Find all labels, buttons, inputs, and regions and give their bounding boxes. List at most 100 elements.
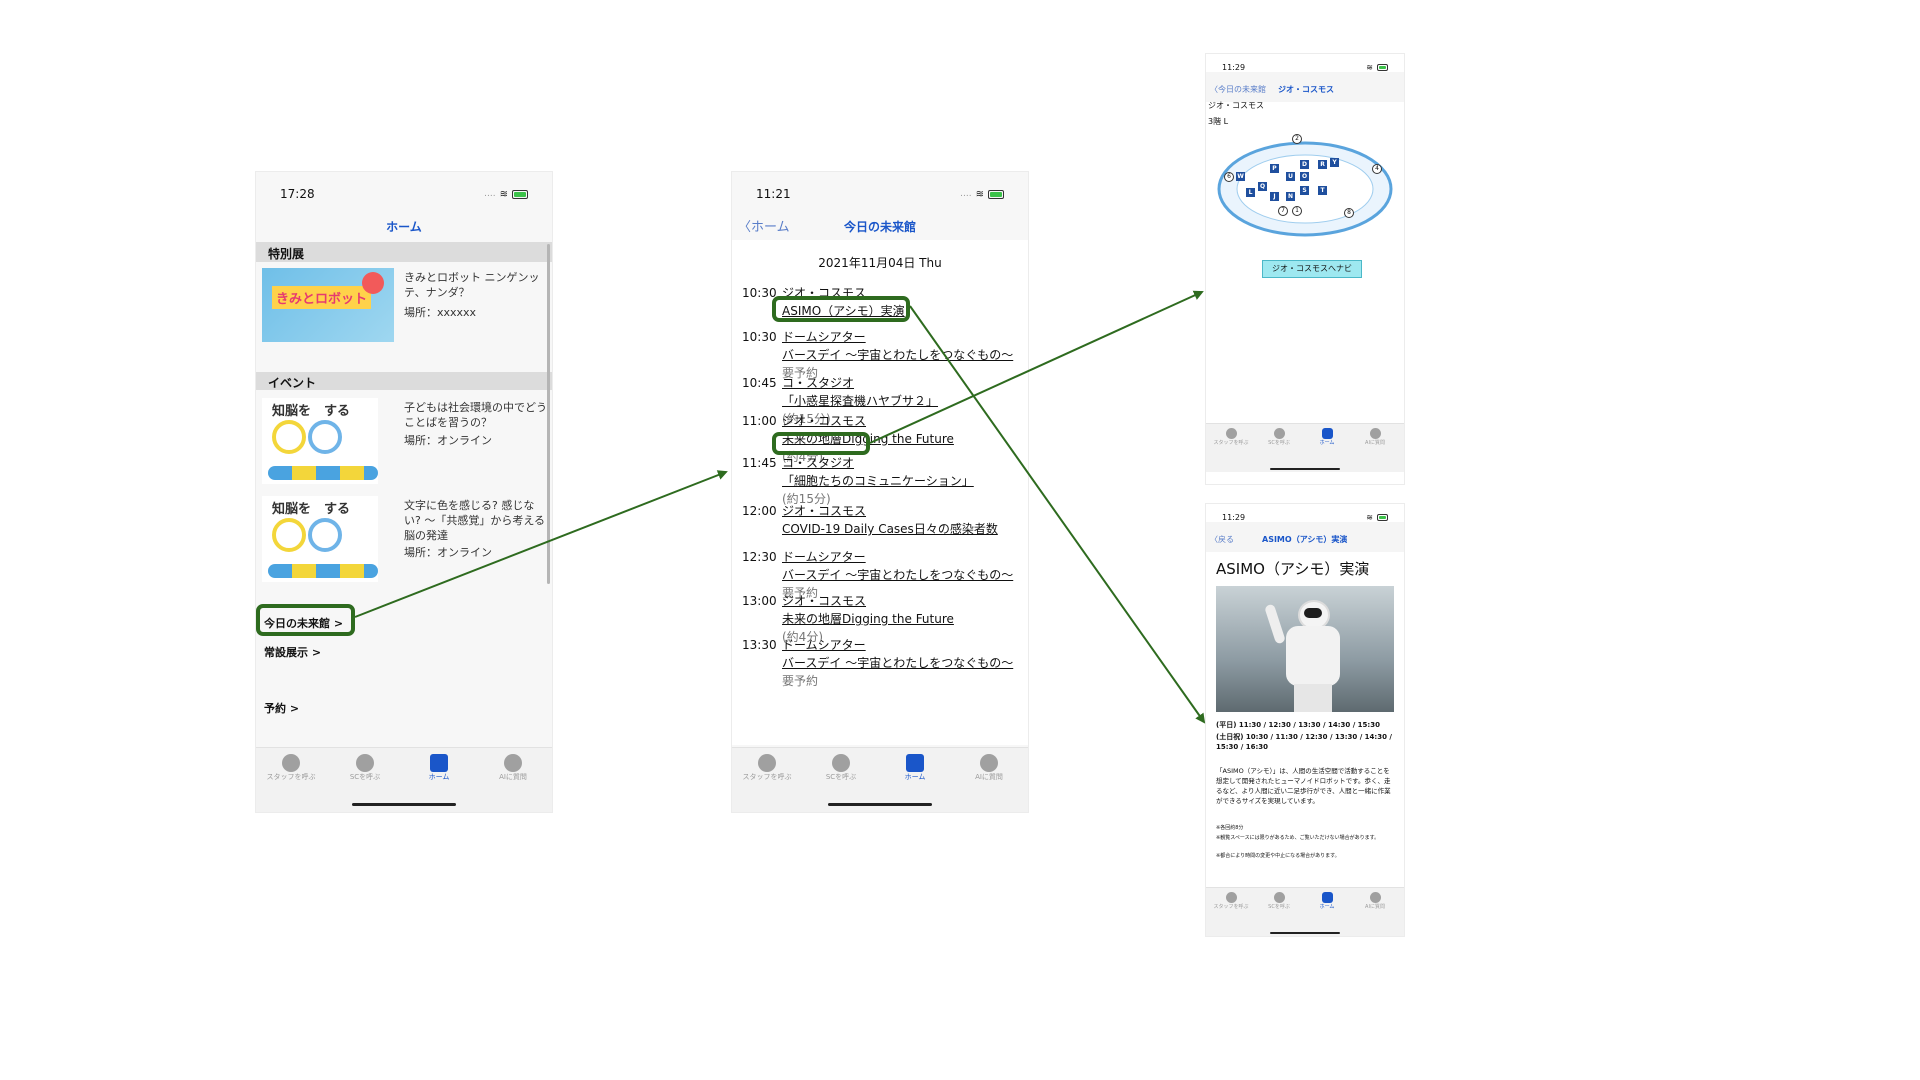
floor-label: 3階 L (1208, 117, 1229, 126)
chevron-left-icon: 〈 (1210, 535, 1218, 544)
highlight-geo-cosmos-item (772, 432, 870, 455)
map-cell[interactable]: Q (1258, 182, 1267, 191)
map-cell[interactable]: O (1300, 172, 1309, 181)
map-marker: 1 (1292, 206, 1302, 216)
schedule-place: コ・スタジオ (782, 456, 855, 470)
event-item-1[interactable]: 知脳を する 子どもは社会環境の中でどうことばを習うの？ 場所：オンライン (262, 398, 547, 488)
map-cell[interactable]: P (1270, 164, 1279, 173)
event-thumbnail-2: 知脳を する (262, 496, 378, 582)
tab-ask-ai[interactable]: AIに質問 (478, 754, 548, 782)
chat-question-icon (504, 754, 522, 772)
person-question-icon (832, 754, 850, 772)
map-marker: 7 (1278, 206, 1288, 216)
home-icon (1321, 428, 1333, 439)
tab-call-staff[interactable]: スタッフを呼ぶ (732, 754, 802, 782)
tab-call-staff[interactable]: スタッフを呼ぶ (1208, 428, 1254, 446)
status-time: 11:29 (1222, 62, 1246, 72)
tab-ask-ai[interactable]: AIに質問 (1352, 892, 1398, 910)
person-question-icon (1273, 892, 1285, 903)
chat-question-icon (1369, 428, 1381, 439)
schedule-item[interactable]: 12:00 ジオ・コスモス COVID-19 Daily Cases日々の感染者数 (742, 502, 998, 538)
scrollbar[interactable] (547, 244, 550, 584)
robot-illustration-icon (362, 272, 384, 294)
tab-ask-ai[interactable]: AIに質問 (954, 754, 1024, 782)
tab-call-staff[interactable]: スタッフを呼ぶ (256, 754, 326, 782)
home-indicator (1270, 932, 1340, 934)
circle-icon (272, 420, 306, 454)
home-icon (1321, 892, 1333, 903)
schedule-note: 要予約 (782, 674, 819, 688)
event-thumbnail-1: 知脳を する (262, 398, 378, 484)
map-cell[interactable]: S (1300, 186, 1309, 195)
tab-home[interactable]: ホーム (404, 754, 474, 782)
schedule-item[interactable]: 11:45 コ・スタジオ 「細胞たちのコミュニケーション」 (約15分) (742, 454, 974, 508)
battery-icon (1377, 513, 1388, 521)
weekday-times: (平日) 11:30 / 12:30 / 13:30 / 14:30 / 15:… (1216, 721, 1380, 729)
status-time: 11:29 (1222, 512, 1246, 522)
note-2: ※観覧スペースには限りがあるため、ご覧いただけない場合があります。 (1216, 835, 1380, 841)
chevron-left-icon: 〈 (1210, 85, 1218, 94)
tab-call-sc[interactable]: SCを呼ぶ (330, 754, 400, 782)
navigate-button[interactable]: ジオ・コスモスへナビ (1262, 260, 1362, 278)
status-icons: .... ≋ (484, 189, 528, 200)
tab-home[interactable]: ホーム (1304, 892, 1350, 910)
map-marker: 4 (1372, 164, 1382, 174)
tab-call-sc[interactable]: SCを呼ぶ (1256, 892, 1302, 910)
schedule-place: ジオ・コスモス (782, 504, 867, 518)
back-button[interactable]: 〈今日の未来館 (1210, 84, 1266, 95)
tab-home[interactable]: ホーム (880, 754, 950, 782)
tab-bar: スタッフを呼ぶ SCを呼ぶ ホーム AIに質問 (1206, 423, 1404, 472)
schedule-place: ジオ・コスモス (782, 594, 867, 608)
event-item-2[interactable]: 知脳を する 文字に色を感じる? 感じない? 〜「共感覚」から考える脳の発達 場… (262, 496, 546, 586)
schedule-item[interactable]: 13:30 ドームシアター バースデイ 〜宇宙とわたしをつなぐもの〜 要予約 (742, 636, 1013, 690)
note-3: ※都合により時間の変更や中止になる場合があります。 (1216, 853, 1340, 859)
tab-call-staff[interactable]: スタッフを呼ぶ (1208, 892, 1254, 910)
event-place-2: 場所：オンライン (404, 546, 492, 559)
event-title-1: 子どもは社会環境の中でどうことばを習うの？ (404, 401, 547, 429)
tab-ask-ai[interactable]: AIに質問 (1352, 428, 1398, 446)
section-header-special: 特別展 (256, 242, 552, 262)
special-exhibit-title: きみとロボット ニンゲンッテ、ナンダ？ (404, 271, 540, 299)
person-question-icon (1273, 428, 1285, 439)
map-cell[interactable]: R (1318, 160, 1327, 169)
map-cell[interactable]: T (1318, 186, 1327, 195)
schedule-items: 10:30 ジオ・コスモス ASIMO（アシモ）実演 10:30 ドームシアター バースデ… (732, 172, 1028, 752)
map-cell[interactable]: N (1286, 192, 1295, 201)
map-cell[interactable]: L (1246, 188, 1255, 197)
home-indicator (1270, 468, 1340, 470)
circle-icon (308, 420, 342, 454)
note-1: ※各回約8分 (1216, 825, 1244, 831)
status-icons: ≋ (1366, 513, 1388, 522)
map-cell[interactable]: U (1286, 172, 1295, 181)
home-indicator (352, 803, 456, 806)
circle-icon (272, 518, 306, 552)
status-bar: 11:29 ≋ (1206, 54, 1404, 74)
tab-home[interactable]: ホーム (1304, 428, 1350, 446)
schedule-title: バースデイ 〜宇宙とわたしをつなぐもの〜 (782, 348, 1014, 362)
schedule-title: 「細胞たちのコミュニケーション」 (782, 474, 974, 488)
map-cells: WL PUDRY JNSTO Q 2 4 6 71 8 (1216, 134, 1394, 244)
map-cell[interactable]: W (1236, 172, 1245, 181)
tab-call-sc[interactable]: SCを呼ぶ (806, 754, 876, 782)
robot-visor (1304, 608, 1322, 618)
map-cell[interactable]: J (1270, 192, 1279, 201)
map-cell[interactable]: Y (1330, 158, 1339, 167)
link-reservation[interactable]: 予約 > (264, 700, 299, 716)
description: 「ASIMO（アシモ）」は、人間の生活空間で活動することを想定して開発されたヒュ… (1216, 767, 1391, 805)
map-cell[interactable]: D (1300, 160, 1309, 169)
home-icon (906, 754, 924, 772)
schedule-time: 12:30 (742, 550, 777, 564)
wifi-icon: ≋ (1366, 62, 1373, 72)
tab-call-sc[interactable]: SCを呼ぶ (1256, 428, 1302, 446)
tab-bar: スタッフを呼ぶ SCを呼ぶ ホーム AIに質問 (256, 747, 552, 812)
special-exhibit-place: 場所：xxxxxx (404, 306, 477, 319)
back-button[interactable]: 〈戻る (1210, 534, 1234, 545)
status-bar: 17:28 .... ≋ (256, 172, 552, 208)
home-indicator (828, 803, 932, 806)
special-exhibit-item[interactable]: きみとロボット きみとロボット ニンゲンッテ、ナンダ？ 場所：xxxxxx (262, 268, 546, 348)
link-permanent-exhibits[interactable]: 常設展示 > (264, 644, 321, 660)
tab-bar: スタッフを呼ぶ SCを呼ぶ ホーム AIに質問 (1206, 887, 1404, 936)
schedule-title: バースデイ 〜宇宙とわたしをつなぐもの〜 (782, 656, 1014, 670)
nav-title: ジオ・コスモス (1278, 85, 1334, 94)
wifi-icon: ≋ (1366, 512, 1373, 522)
